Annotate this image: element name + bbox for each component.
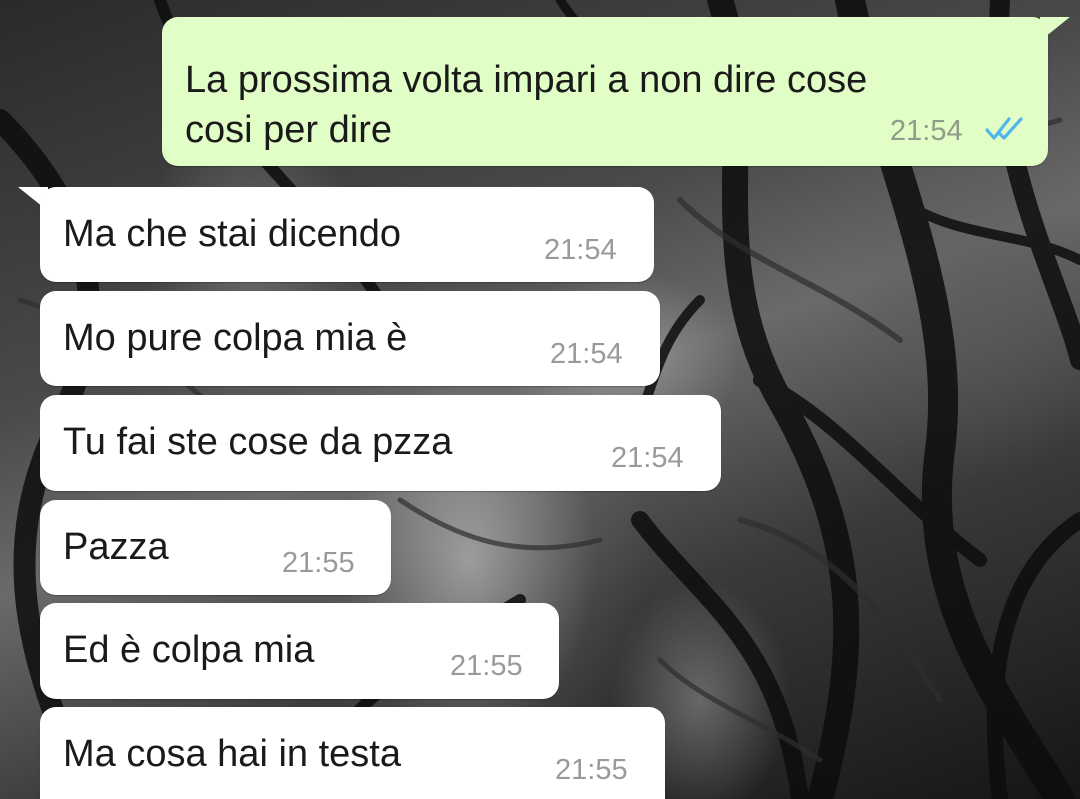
message-text: Pazza [63,526,169,568]
message-timestamp: 21:55 [450,650,523,682]
message-text: Tu fai ste cose da pzza [63,421,453,463]
message-text-line-2: cosi per dire [185,109,392,151]
message-timestamp: 21:55 [555,754,628,786]
message-text: Ma cosa hai in testa [63,733,401,775]
message-timestamp: 21:55 [282,547,355,579]
incoming-message-bubble[interactable]: Pazza 21:55 [40,500,391,595]
incoming-message-bubble[interactable]: Ma che stai dicendo 21:54 [40,187,654,282]
incoming-message-bubble[interactable]: Tu fai ste cose da pzza 21:54 [40,395,721,491]
message-text: Ma che stai dicendo [63,213,401,255]
incoming-message-bubble[interactable]: Ma cosa hai in testa 21:55 [40,707,665,799]
message-text: Ed è colpa mia [63,629,315,671]
outgoing-message-bubble[interactable]: La prossima volta impari a non dire cose… [162,17,1048,166]
incoming-message-bubble[interactable]: Ed è colpa mia 21:55 [40,603,559,699]
message-timestamp: 21:54 [544,234,617,266]
message-timestamp: 21:54 [550,338,623,370]
message-timestamp: 21:54 [890,115,963,147]
message-text: Mo pure colpa mia è [63,317,408,359]
double-check-read-icon [985,117,1023,140]
message-text-line-1: La prossima volta impari a non dire cose [185,59,868,101]
incoming-message-bubble[interactable]: Mo pure colpa mia è 21:54 [40,291,660,386]
message-timestamp: 21:54 [611,442,684,474]
